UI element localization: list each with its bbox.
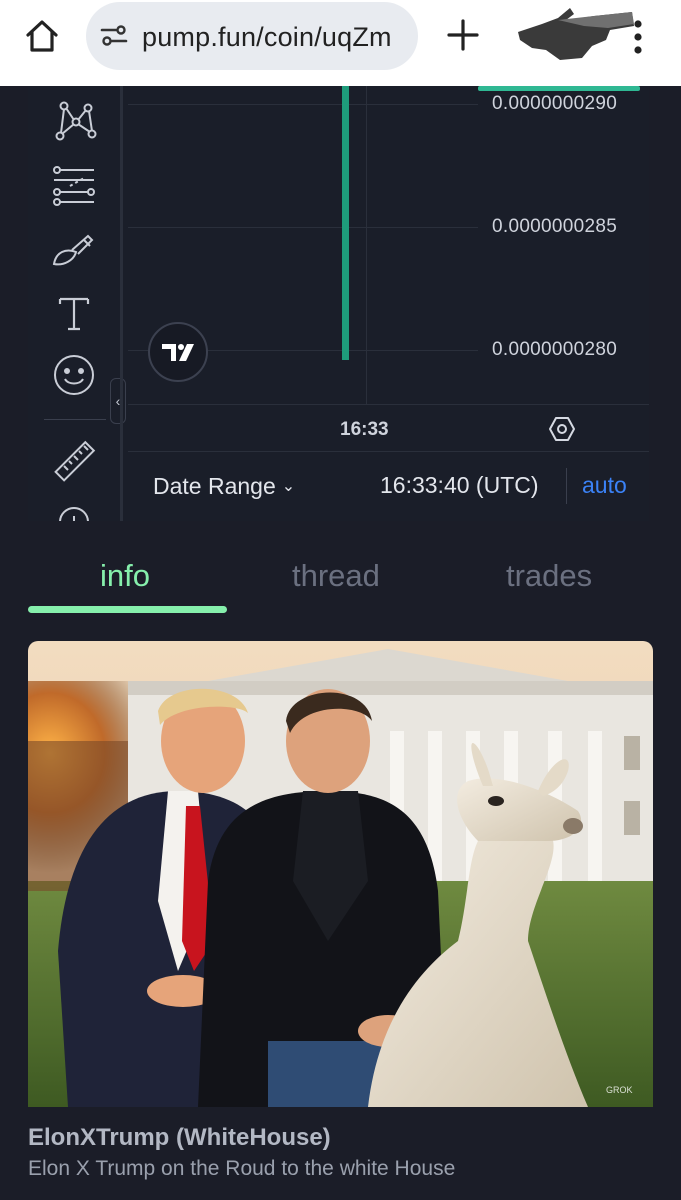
chart-settings-icon[interactable] <box>548 415 576 443</box>
chart-footer: Date Range ⌄ 16:33:40 (UTC) auto <box>128 452 649 521</box>
coin-description: Elon X Trump on the Roud to the white Ho… <box>28 1157 456 1180</box>
fib-tool-icon[interactable] <box>50 162 98 210</box>
time-axis[interactable]: 16:33 <box>128 404 649 452</box>
price-gridline <box>128 227 478 228</box>
price-candle[interactable] <box>342 86 349 360</box>
image-watermark: GROK <box>606 1085 633 1095</box>
url-text: pump.fun/coin/uqZm <box>142 22 392 52</box>
utc-clock[interactable]: 16:33:40 (UTC) <box>380 472 539 499</box>
new-tab-icon[interactable] <box>446 18 480 52</box>
site-settings-icon[interactable] <box>100 24 128 48</box>
current-price-marker <box>478 86 640 91</box>
date-range-dropdown[interactable]: Date Range ⌄ <box>153 473 295 500</box>
price-axis-label: 0.0000000280 <box>492 339 618 360</box>
browser-toolbar: pump.fun/coin/uqZm <box>0 0 681 86</box>
auto-scale-button[interactable]: auto <box>582 472 627 499</box>
active-tab-indicator <box>28 606 227 613</box>
tab-info[interactable]: info <box>100 558 150 594</box>
coin-tabs: info thread trades <box>28 540 652 620</box>
collapse-toolbar-button[interactable]: ‹ <box>110 378 126 424</box>
date-range-label: Date Range <box>153 473 276 499</box>
price-axis-label: 0.0000000290 <box>492 93 618 114</box>
price-gridline <box>128 104 478 105</box>
tradingview-logo[interactable] <box>148 322 208 382</box>
coin-image[interactable]: GROK <box>28 641 653 1107</box>
toolbar-separator <box>120 86 123 521</box>
pattern-tool-icon[interactable] <box>50 96 98 144</box>
coin-name: ElonXTrump (WhiteHouse) <box>28 1124 331 1151</box>
home-icon[interactable] <box>22 16 62 56</box>
address-bar[interactable]: pump.fun/coin/uqZm <box>86 2 418 70</box>
redacted-avatar[interactable] <box>512 6 636 62</box>
toolbar-divider <box>44 419 106 420</box>
price-axis-label: 0.0000000285 <box>492 216 618 237</box>
zoom-tool-icon[interactable] <box>50 500 98 521</box>
emoji-tool-icon[interactable] <box>50 351 98 399</box>
time-gridline <box>366 86 367 404</box>
time-axis-label: 16:33 <box>340 419 389 440</box>
chart-plot-area[interactable]: 0.0000000290 0.0000000285 0.0000000280 <box>128 86 649 404</box>
text-tool-icon[interactable] <box>50 289 98 337</box>
more-menu-icon[interactable] <box>630 18 646 56</box>
chevron-down-icon: ⌄ <box>281 478 296 495</box>
price-chart: ‹ 0.0000000290 0.0000000285 0.0000000280… <box>28 86 649 521</box>
tab-trades[interactable]: trades <box>506 558 592 594</box>
drawing-toolbar <box>28 86 120 521</box>
ruler-tool-icon[interactable] <box>50 438 98 486</box>
footer-divider <box>566 468 567 504</box>
brush-tool-icon[interactable] <box>50 226 98 274</box>
tab-thread[interactable]: thread <box>292 558 380 594</box>
